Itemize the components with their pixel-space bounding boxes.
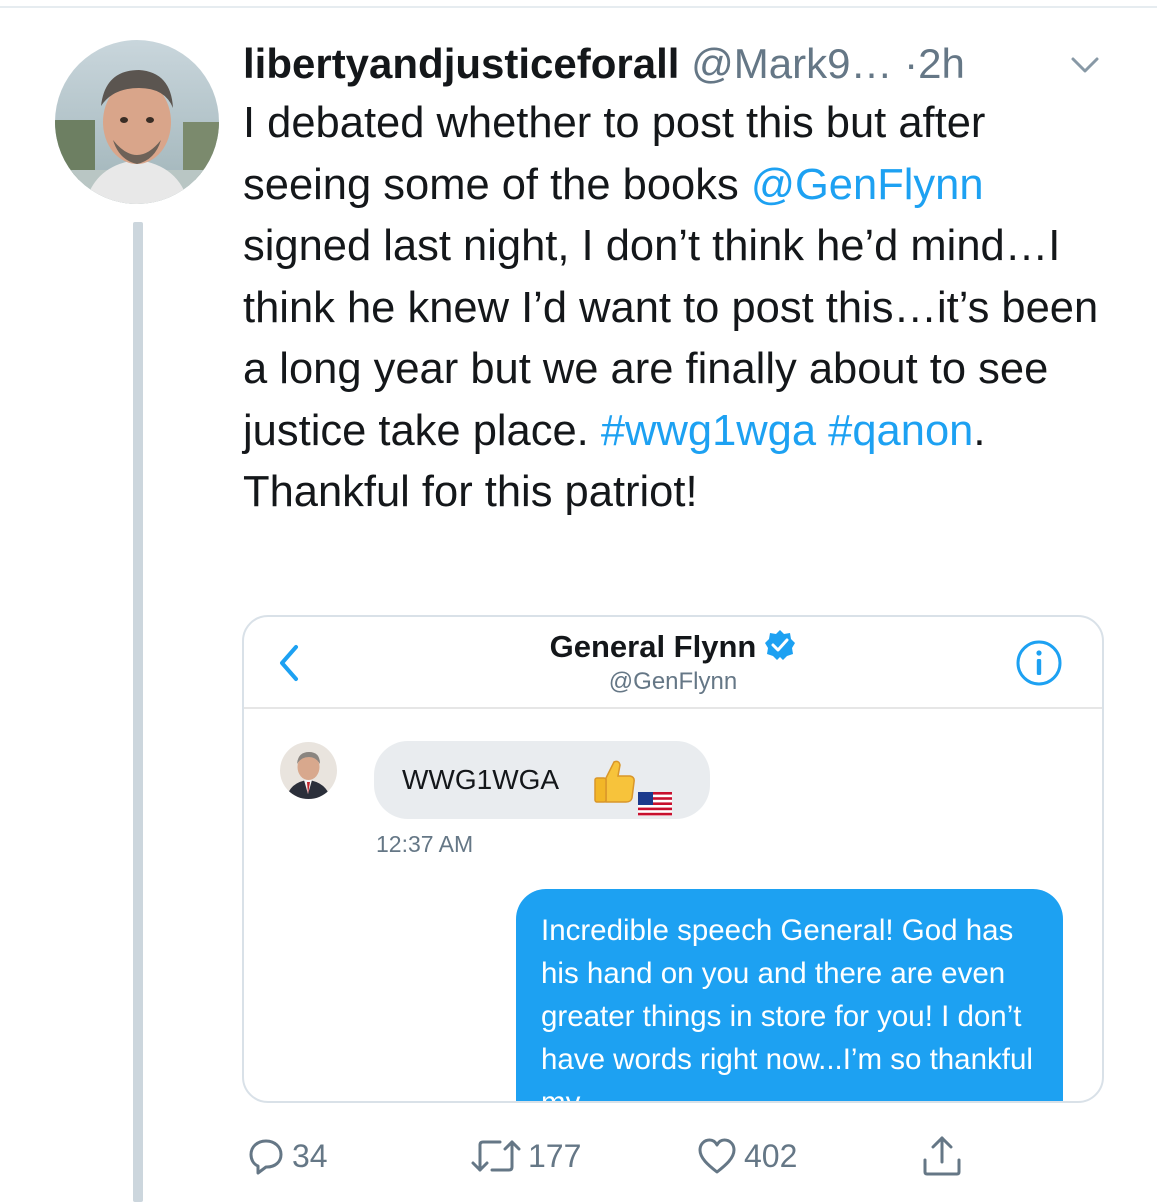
share-button[interactable] xyxy=(920,1126,964,1186)
heart-icon xyxy=(698,1138,736,1174)
profile-avatar[interactable] xyxy=(55,40,219,204)
retweet-count: 177 xyxy=(528,1137,582,1174)
thumbs-up-icon xyxy=(592,756,636,803)
dm-contact-handle: @GenFlynn xyxy=(608,668,738,695)
tweet-timestamp[interactable]: 2h xyxy=(918,40,965,87)
reply-button[interactable]: 34 xyxy=(246,1126,328,1186)
top-divider xyxy=(0,6,1157,8)
reply-icon xyxy=(249,1139,283,1175)
outgoing-message-bubble: Incredible speech General! God has his h… xyxy=(516,889,1063,1103)
incoming-message-time: 12:37 AM xyxy=(376,831,474,857)
like-count: 402 xyxy=(744,1137,798,1174)
tweet-text-space xyxy=(816,407,828,455)
thread-connector-line xyxy=(133,222,143,1202)
tweet-text: I debated whether to post this but after… xyxy=(243,93,1123,524)
like-button[interactable]: 402 xyxy=(696,1126,797,1186)
display-name[interactable]: libertyandjusticeforall xyxy=(243,40,679,87)
attached-image[interactable]: General Flynn @GenFlynn WWG1WGA 12:37 AM… xyxy=(242,615,1104,1103)
incoming-message-bubble: WWG1WGA xyxy=(374,741,710,819)
retweet-icon xyxy=(471,1140,521,1172)
verified-badge-icon xyxy=(764,629,796,661)
chevron-down-icon[interactable] xyxy=(1068,50,1102,80)
retweet-button[interactable]: 177 xyxy=(470,1126,581,1186)
dot-separator: · xyxy=(892,40,919,87)
outgoing-message-text: Incredible speech General! God has his h… xyxy=(541,914,1033,1103)
tweet-actions-bar: 34 177 402 xyxy=(0,1126,1157,1186)
dm-contact-avatar xyxy=(280,742,337,799)
info-icon xyxy=(1014,638,1064,688)
mention-link[interactable]: @GenFlynn xyxy=(751,161,984,209)
hashtag-link[interactable]: #wwg1wga xyxy=(601,407,816,455)
user-photo xyxy=(55,40,219,204)
dm-header: General Flynn @GenFlynn xyxy=(244,617,1102,709)
us-flag-icon xyxy=(638,768,672,816)
dm-contact-name: General Flynn xyxy=(244,629,1102,665)
reply-count: 34 xyxy=(292,1137,328,1174)
tweet-header: libertyandjusticeforall @Mark9… ·2h xyxy=(243,36,965,92)
user-handle[interactable]: @Mark9… xyxy=(691,40,892,87)
dm-contact-name-text: General Flynn xyxy=(549,629,757,664)
incoming-message-text: WWG1WGA xyxy=(402,764,560,795)
share-icon xyxy=(923,1136,961,1176)
hashtag-link[interactable]: #qanon xyxy=(828,407,973,455)
